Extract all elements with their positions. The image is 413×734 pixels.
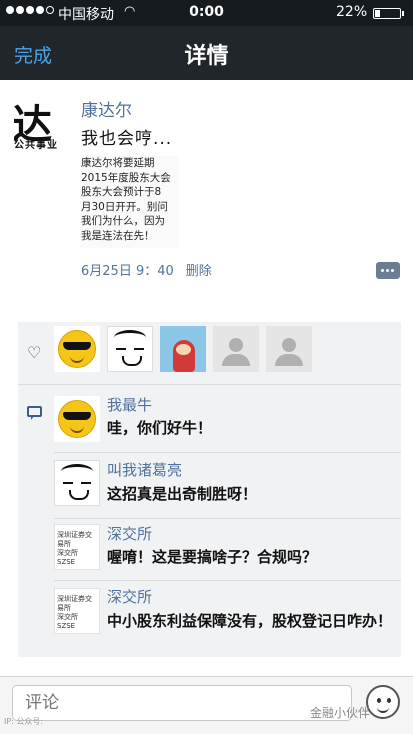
watermark-left: IP: 公众号: xyxy=(4,717,44,726)
comment-item[interactable]: 叫我诸葛亮 这招真是出奇制胜呀！ xyxy=(18,452,401,518)
post-image-line: 月30日开开。别问 xyxy=(81,200,168,213)
heart-icon: ♡ xyxy=(27,343,42,362)
likes-row: ♡ xyxy=(18,322,401,384)
avatar-text: 深交所 xyxy=(57,613,78,621)
author-name[interactable]: 康达尔 xyxy=(81,96,132,121)
post-image-line: 我们为什么，因为 xyxy=(81,215,165,227)
post-image-line: 我是连法在先！ xyxy=(81,229,155,242)
comment-avatar[interactable] xyxy=(54,460,100,506)
comment-item[interactable]: 我最牛 哇，你们好牛！ xyxy=(18,384,401,452)
post-text: 我也会哼... xyxy=(81,129,173,149)
avatar-text: 深交所 xyxy=(57,549,78,557)
comment-avatar[interactable] xyxy=(54,396,100,442)
post-image-line: 股东大会预计于8 xyxy=(81,186,162,198)
comment-input[interactable] xyxy=(12,685,352,721)
comment-avatar[interactable]: 深圳证券交易所 深交所 SZSE xyxy=(54,524,100,570)
interaction-panel: ♡ 我最牛 哇，你们好牛！ 叫我诸葛亮 这招真是出奇制胜呀！ 深圳证券交易所 深… xyxy=(18,322,401,657)
like-avatar[interactable] xyxy=(266,326,312,372)
comment-text: 喔唷！这是要搞啥子？合规吗？ xyxy=(107,548,318,566)
avatar-text: 深圳证券交易所 xyxy=(57,531,92,548)
comment-item[interactable]: 深圳证券交易所 深交所 SZSE 深交所 喔唷！这是要搞啥子？合规吗？ xyxy=(18,518,401,580)
comment-author[interactable]: 深交所 xyxy=(107,586,152,607)
more-dots-icon[interactable] xyxy=(376,262,400,279)
comment-item[interactable]: 深圳证券交易所 深交所 SZSE 深交所 中小股东利益保障没有，股权登记日咋办！ xyxy=(18,580,401,650)
nav-bar: 完成 详情 xyxy=(0,26,413,80)
battery-percent: 22% xyxy=(336,4,368,20)
post-image-line: 康达尔将要延期 xyxy=(81,157,155,169)
watermark-right: 金融小伙伴 xyxy=(310,706,371,720)
moment-post: 达尔 公共事业 康达尔 我也会哼... 康达尔将要延期 2015年度股东大会 股… xyxy=(0,80,413,322)
like-avatar[interactable] xyxy=(54,326,100,372)
like-avatar[interactable] xyxy=(107,326,153,372)
delete-link[interactable]: 删除 xyxy=(186,264,212,279)
comment-author[interactable]: 叫我诸葛亮 xyxy=(107,459,182,480)
avatar-logo-subtext: 公共事业 xyxy=(14,140,58,151)
post-image[interactable]: 康达尔将要延期 2015年度股东大会 股东大会预计于8 月30日开开。别问 我们… xyxy=(80,156,178,248)
battery-icon xyxy=(373,8,404,19)
avatar-text: 深圳证券交易所 xyxy=(57,595,92,612)
comment-text: 中小股东利益保障没有，股权登记日咋办！ xyxy=(107,612,393,630)
smiley-icon[interactable] xyxy=(366,685,400,719)
comment-author[interactable]: 我最牛 xyxy=(107,394,152,415)
comment-text: 这招真是出奇制胜呀！ xyxy=(107,485,258,503)
like-avatar[interactable] xyxy=(160,326,206,372)
page-title: 详情 xyxy=(184,44,229,69)
comment-author[interactable]: 深交所 xyxy=(107,523,152,544)
comment-text: 哇，你们好牛！ xyxy=(107,419,213,437)
status-bar: 中国移动 ◠ 0:00 22% xyxy=(0,0,413,26)
author-avatar[interactable]: 达尔 公共事业 xyxy=(14,96,70,152)
avatar-text: SZSE xyxy=(57,558,76,566)
avatar-text: SZSE xyxy=(57,622,76,630)
post-date: 6月25日 9：40 xyxy=(81,264,174,279)
like-avatar[interactable] xyxy=(213,326,259,372)
comment-avatar[interactable]: 深圳证券交易所 深交所 SZSE xyxy=(54,588,100,634)
post-image-line: 2015年度股东大会 xyxy=(81,171,171,184)
post-meta: 6月25日 9：40 删除 xyxy=(81,260,212,279)
